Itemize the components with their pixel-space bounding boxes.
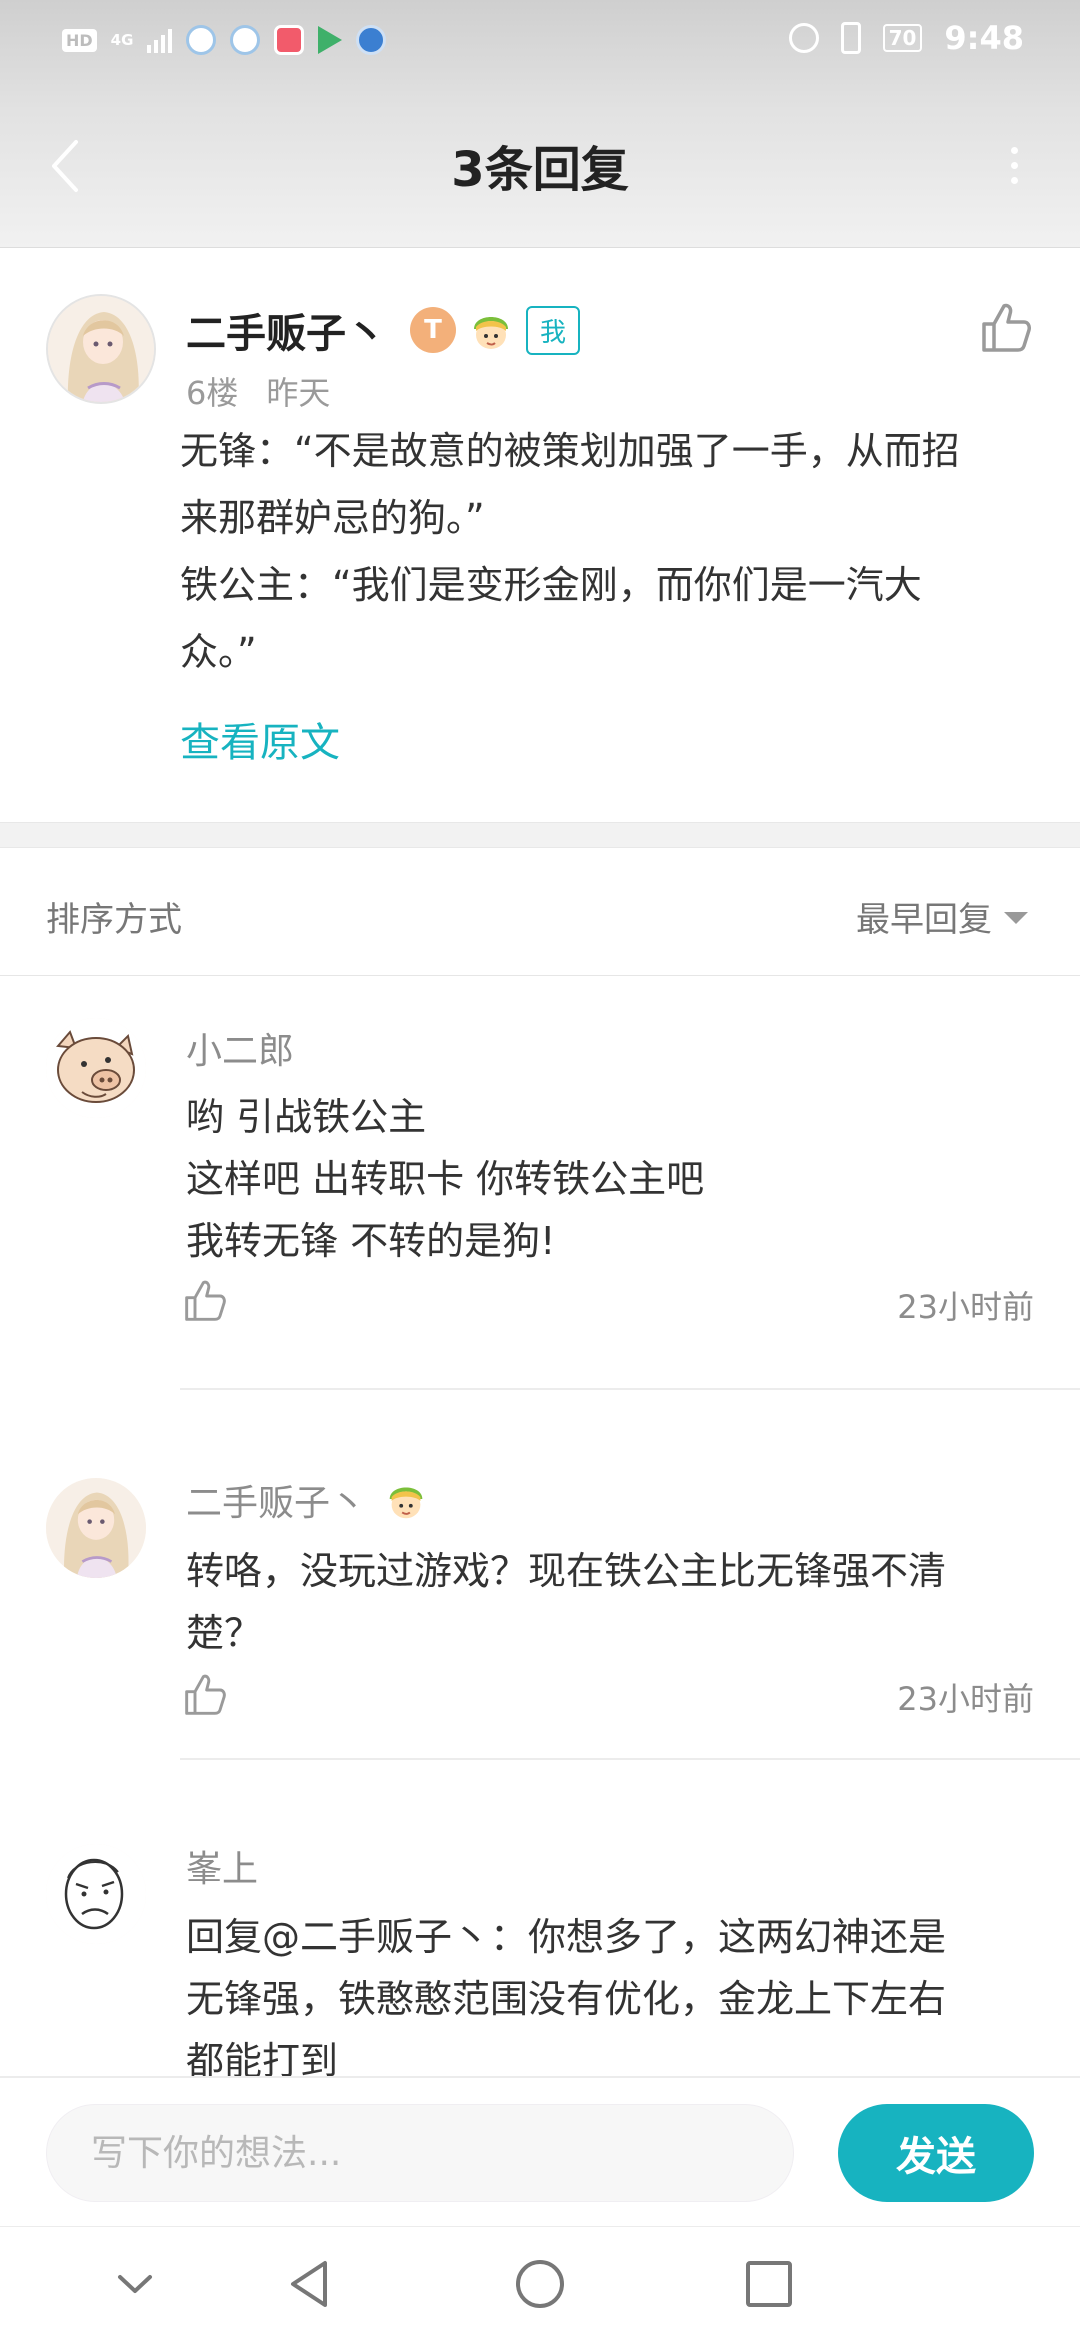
me-badge: 我 [526,305,581,355]
reply-line: 回复@二手贩子丶：你想多了，这两幻神还是 [186,1915,947,1959]
reply-name-row: 二手贩子丶 [186,1474,430,1526]
thumbs-up-icon [185,1674,226,1715]
reply-author[interactable]: 小二郎 [186,1022,294,1074]
post-meta: 6楼 昨天 [186,368,330,414]
reply-name-row: 小二郎 [186,1022,294,1074]
top-header: HD 4G 70 9:48 3条回复 [0,0,1080,248]
more-vertical-icon [1010,146,1018,154]
reply-content: 转咯，没玩过游戏？现在铁公主比无锋强不清 楚？ [186,1540,1046,1664]
sketch-face-avatar-icon [46,1844,146,1944]
nav-back-button[interactable] [275,2249,345,2319]
vibrate-icon [840,22,861,54]
nav-home-button[interactable] [505,2249,575,2319]
square-recents-icon [746,2261,792,2307]
system-nav-bar [0,2226,1080,2340]
reply-content: 回复@二手贩子丶：你想多了，这两幻神还是 无锋强，铁憨憨范围没有优化，金龙上下左… [186,1906,1046,2076]
signal-icon [147,27,173,53]
view-original-link[interactable]: 查看原文 [180,710,340,768]
reply-item: 小二郎 哟 引战铁公主 这样吧 出转职卡 你转铁公主吧 我转无锋 不转的是狗! … [0,976,1080,1390]
reply-like-button[interactable] [180,1670,230,1720]
page-title: 3条回复 [451,142,629,198]
sort-dropdown[interactable]: 最早回复 [856,892,1028,941]
anime-girl-avatar-icon [46,1478,146,1578]
post-time: 昨天 [266,374,331,412]
section-divider [0,822,1080,848]
like-button[interactable] [976,298,1036,358]
globe-notification-icon [356,25,387,55]
comment-composer: 发送 [0,2076,1080,2226]
app-notification-icon [186,25,217,55]
send-button[interactable]: 发送 [838,2104,1034,2202]
reply-item: 峯上 回复@二手贩子丶：你想多了，这两幻神还是 无锋强，铁憨憨范围没有优化，金龙… [0,1760,1080,2076]
reply-line: 楚？ [186,1611,263,1655]
reply-line: 哟 引战铁公主 [186,1095,427,1139]
caret-down-icon [1004,911,1028,924]
reply-avatar[interactable] [46,1844,146,1944]
level-badge: T [410,307,456,353]
collapse-button[interactable] [100,2249,170,2319]
sort-bar: 排序方式 最早回复 [0,848,1080,976]
main-post: 二手贩子丶 T 我 6楼 昨天 无锋：“不是故意的被策划加强了一手，从而招 来那… [0,248,1080,822]
alarm-icon [788,23,819,53]
triangle-back-icon [291,2261,327,2307]
reply-line: 无锋强，铁憨憨范围没有优化，金龙上下左右 [186,1977,947,2021]
sort-value: 最早回复 [856,900,992,940]
thumbs-up-icon [982,303,1031,352]
status-left: HD 4G [62,22,387,58]
status-bar: HD 4G 70 9:48 [0,0,1080,80]
author-row: 二手贩子丶 T 我 [186,300,581,360]
network-type: 4G [110,31,134,49]
post-line: 无锋：“不是故意的被策划加强了一手，从而招 [180,429,960,473]
link-character-icon [389,1487,423,1519]
reply-like-button[interactable] [180,1276,230,1326]
author-avatar[interactable] [46,294,156,404]
reply-avatar[interactable] [46,1478,146,1578]
video-notification-icon [274,25,305,55]
reply-line: 这样吧 出转职卡 你转铁公主吧 [186,1157,705,1201]
more-button[interactable] [984,130,1044,200]
play-notification-icon [318,26,343,54]
clock: 9:48 [944,19,1024,57]
link-character-icon [474,317,508,349]
reply-line: 转咯，没玩过游戏？现在铁公主比无锋强不清 [186,1549,947,1593]
post-line: 众。” [180,630,257,674]
reply-time: 23小时前 [897,1288,1034,1326]
reply-author[interactable]: 二手贩子丶 [186,1474,366,1526]
status-right: 70 9:48 [788,18,1024,58]
reply-name-row: 峯上 [186,1840,258,1892]
post-content: 无锋：“不是故意的被策划加强了一手，从而招 来那群妒忌的狗。” 铁公主：“我们是… [180,418,1050,686]
author-name[interactable]: 二手贩子丶 [186,301,386,359]
browser-notification-icon [230,25,261,55]
reply-avatar[interactable] [46,1018,146,1118]
comment-input[interactable] [46,2104,794,2202]
floor-number: 6楼 [186,374,239,412]
reply-content: 哟 引战铁公主 这样吧 出转职卡 你转铁公主吧 我转无锋 不转的是狗! [186,1086,1046,1272]
thumbs-up-icon [185,1280,226,1321]
title-bar: 3条回复 [0,100,1080,230]
sort-label: 排序方式 [46,900,182,940]
circle-home-icon [516,2260,564,2308]
chevron-down-icon [118,2275,152,2293]
post-line: 铁公主：“我们是变形金刚，而你们是一汽大 [180,563,922,607]
reply-line: 我转无锋 不转的是狗! [186,1219,556,1263]
anime-girl-avatar-icon [48,296,154,402]
battery-level: 70 [882,24,923,52]
reply-author[interactable]: 峯上 [186,1840,258,1892]
reply-item: 二手贩子丶 转咯，没玩过游戏？现在铁公主比无锋强不清 楚？ 23小时前 [0,1390,1080,1760]
nav-recents-button[interactable] [734,2249,804,2319]
reply-line: 都能打到 [186,2039,339,2076]
post-line: 来那群妒忌的狗。” [180,496,485,540]
reply-time: 23小时前 [897,1680,1034,1718]
pig-avatar-icon [46,1018,146,1118]
hd-indicator: HD [62,28,97,52]
